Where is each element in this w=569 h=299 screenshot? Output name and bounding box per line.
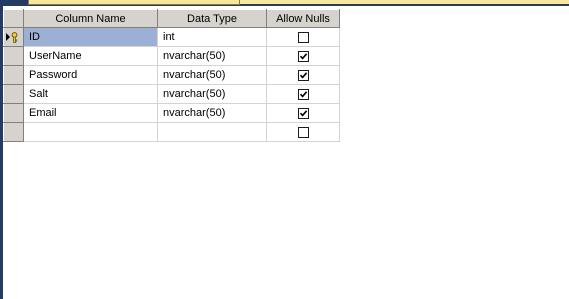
column-name-cell[interactable] [23, 122, 158, 142]
allow-nulls-cell[interactable] [266, 122, 340, 142]
allow-nulls-checkbox[interactable] [297, 31, 309, 43]
document-tab[interactable] [28, 0, 240, 5]
grid-corner[interactable] [3, 9, 24, 28]
allow-nulls-cell[interactable] [266, 103, 340, 123]
checkmark-icon [299, 71, 307, 79]
table-row[interactable]: Password nvarchar(50) [3, 65, 340, 85]
table-row[interactable]: ID int [3, 27, 340, 47]
allow-nulls-cell[interactable] [266, 84, 340, 104]
row-selector[interactable] [3, 65, 24, 85]
column-definition-grid: Column Name Data Type Allow Nulls ID int… [3, 9, 340, 142]
column-name-cell[interactable]: Password [23, 65, 158, 85]
row-selector[interactable] [3, 122, 24, 142]
allow-nulls-checkbox[interactable] [297, 50, 309, 62]
allow-nulls-checkbox[interactable] [297, 126, 309, 138]
data-type-cell[interactable]: nvarchar(50) [157, 65, 267, 85]
checkmark-icon [299, 109, 307, 117]
data-type-header[interactable]: Data Type [157, 9, 267, 28]
allow-nulls-cell[interactable] [266, 46, 340, 66]
primary-key-icon [10, 31, 19, 43]
document-tab-strip [240, 0, 569, 4]
data-type-cell[interactable] [157, 122, 267, 142]
allow-nulls-cell[interactable] [266, 65, 340, 85]
checkmark-icon [299, 90, 307, 98]
column-name-header[interactable]: Column Name [23, 9, 158, 28]
allow-nulls-checkbox[interactable] [297, 69, 309, 81]
new-table-row[interactable] [3, 122, 340, 142]
column-name-cell[interactable]: Email [23, 103, 158, 123]
row-selector[interactable] [3, 27, 24, 47]
data-type-cell[interactable]: nvarchar(50) [157, 84, 267, 104]
data-type-cell[interactable]: int [157, 27, 267, 47]
allow-nulls-cell[interactable] [266, 27, 340, 47]
allow-nulls-header[interactable]: Allow Nulls [266, 9, 340, 28]
allow-nulls-checkbox[interactable] [297, 88, 309, 100]
checkmark-icon [299, 52, 307, 60]
table-row[interactable]: Email nvarchar(50) [3, 103, 340, 123]
row-selector[interactable] [3, 103, 24, 123]
column-name-cell[interactable]: Salt [23, 84, 158, 104]
data-type-cell[interactable]: nvarchar(50) [157, 103, 267, 123]
grid-header-row: Column Name Data Type Allow Nulls [3, 9, 340, 28]
column-name-cell[interactable]: ID [23, 27, 158, 47]
column-name-cell[interactable]: UserName [23, 46, 158, 66]
row-selector[interactable] [3, 84, 24, 104]
allow-nulls-checkbox[interactable] [297, 107, 309, 119]
table-row[interactable]: UserName nvarchar(50) [3, 46, 340, 66]
row-selector[interactable] [3, 46, 24, 66]
table-row[interactable]: Salt nvarchar(50) [3, 84, 340, 104]
data-type-cell[interactable]: nvarchar(50) [157, 46, 267, 66]
